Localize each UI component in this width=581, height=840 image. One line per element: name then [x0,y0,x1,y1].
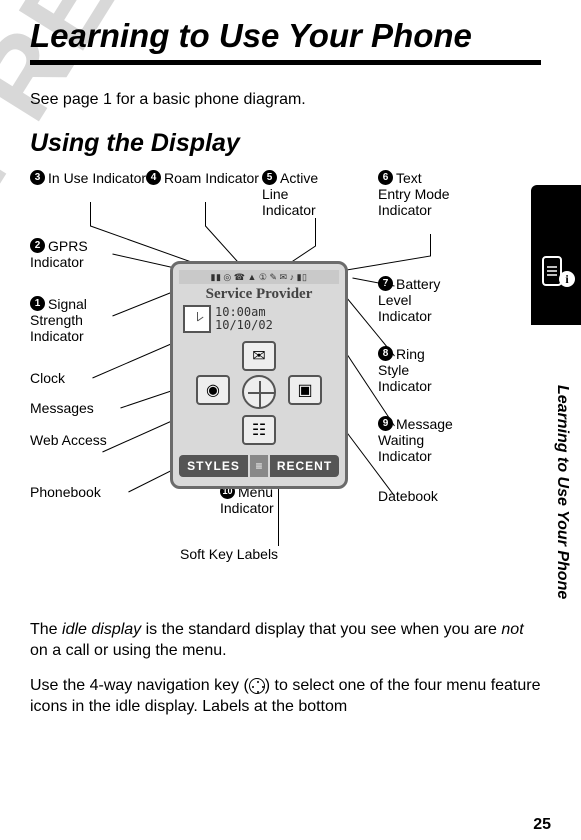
softkey-right: RECENT [270,455,339,477]
softkey-row: STYLES ≡ RECENT [179,455,339,477]
callout-datebook: Datebook [378,488,438,504]
roam-icon: ▲ [247,272,256,282]
phone-info-icon: i [537,253,577,289]
msg-icon: ✉ [280,272,288,283]
callout-gprs: 2GPRS Indicator [30,238,120,270]
text-icon: ✎ [269,272,277,283]
nav-key-icon [249,678,265,694]
datebook-icon: ▣ [288,375,322,405]
callout-active-line: 5Active Line Indicator [262,170,332,218]
signal-icon: ▮▮ [211,272,222,283]
body-para-2: Use the 4-way navigation key () to selec… [30,676,541,718]
callout-msgwait: 9Message Waiting Indicator [378,416,458,464]
messages-icon: ✉ [242,341,276,371]
menu-indicator-icon: ≡ [250,455,268,477]
intro-text: See page 1 for a basic phone diagram. [30,91,541,109]
body-para-1: The idle display is the standard display… [30,620,541,662]
service-provider: Service Provider [179,286,339,303]
callout-ring: 8Ring Style Indicator [378,346,458,394]
line-icon: ① [259,272,268,283]
callout-web: Web Access [30,432,110,448]
callout-in-use: 3In Use Indicator [30,170,146,186]
side-running-title: Learning to Use Your Phone [553,385,571,599]
status-bar: ▮▮ ◎ ☎ ▲ ① ✎ ✉ ♪ ▮▯ [179,270,339,284]
clock-face-icon [183,305,211,333]
callout-clock: Clock [30,370,65,386]
page-title: Learning to Use Your Phone [30,18,541,65]
gprs-icon: ◎ [223,272,231,283]
phone-screen: ▮▮ ◎ ☎ ▲ ① ✎ ✉ ♪ ▮▯ Service Provider 10:… [170,261,348,489]
inuse-icon: ☎ [234,272,246,283]
callout-softkeys: Soft Key Labels [180,546,278,562]
callout-phonebook: Phonebook [30,484,101,500]
softkey-left: STYLES [179,455,248,477]
page-number: 25 [533,816,551,834]
battery-icon: ▮▯ [297,272,308,283]
clock-text: 10:00am 10/10/02 [215,306,273,332]
side-tab: i Learning to Use Your Phone [531,185,581,655]
ring-icon: ♪ [290,272,295,282]
callout-text-entry: 6Text Entry Mode Indicator [378,170,458,218]
page-content: Learning to Use Your Phone See page 1 fo… [0,0,581,717]
web-icon: ◉ [196,375,230,405]
phonebook-icon: ☷ [242,415,276,445]
section-heading: Using the Display [30,129,541,158]
callout-battery: 7Battery Level Indicator [378,276,458,324]
callout-signal: 1Signal Strength Indicator [30,296,120,344]
callout-menu: 10Menu Indicator [220,484,310,516]
callout-roam: 4Roam Indicator [146,170,259,186]
phone-diagram: 3In Use Indicator 4Roam Indicator 5Activ… [30,166,541,606]
dpad-icon [242,375,276,409]
callout-messages: Messages [30,400,94,416]
